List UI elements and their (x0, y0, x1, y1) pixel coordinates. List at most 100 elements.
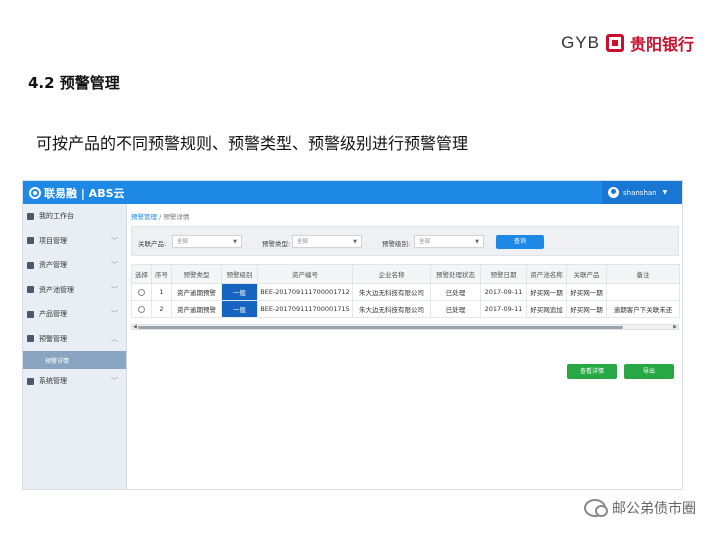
home-icon (27, 212, 34, 220)
logo-icon (29, 187, 41, 199)
table-cell: 逾期客户下关联未还 (606, 300, 680, 318)
breadcrumb-link[interactable]: 预警管理 (131, 213, 157, 221)
column-header[interactable]: 预警处理状态 (430, 264, 481, 284)
type-filter-label: 预警类型: (262, 240, 291, 248)
app-logo-text: 联易融 | ABS云 (44, 187, 125, 200)
radio-button[interactable] (138, 288, 145, 296)
warning-table: 选择 序号 预警类型 预警级别 资产编号 企业名称 预警处理状态 预警日期 资产… (131, 264, 680, 318)
scroll-left-icon[interactable]: ◀ (133, 324, 137, 330)
column-header[interactable]: 序号 (151, 264, 172, 284)
column-header[interactable]: 预警日期 (480, 264, 527, 284)
column-header[interactable]: 预警类型 (171, 264, 222, 284)
sidebar-item-workbench[interactable]: 我的工作台 (23, 204, 126, 229)
table-cell: 好买网一期 (526, 283, 567, 301)
bank-logo-icon (605, 34, 624, 52)
breadcrumb-separator: / (159, 213, 162, 221)
row-select-cell[interactable] (131, 283, 152, 301)
chevron-down-icon: ▼ (353, 239, 357, 245)
table-header-row: 选择 序号 预警类型 预警级别 资产编号 企业名称 预警处理状态 预警日期 资产… (131, 264, 680, 284)
user-menu[interactable]: shanshan ▼ (602, 181, 682, 204)
level-filter-label: 预警级别: (382, 240, 411, 248)
export-button[interactable]: 导出 (624, 364, 674, 379)
table-cell: 朱大边无科技有限公司 (352, 283, 431, 301)
wechat-icon (584, 499, 608, 517)
chevron-down-icon: ▼ (475, 239, 479, 245)
column-header[interactable]: 企业名称 (352, 264, 431, 284)
level-badge: 一般 (221, 300, 258, 318)
scrollbar-thumb[interactable] (138, 326, 623, 329)
sidebar-item-asset[interactable]: 资产管理 ﹀ (23, 253, 126, 278)
chevron-down-icon: ﹀ (111, 261, 118, 270)
table-cell: 好买网一期 (566, 283, 607, 301)
table-cell: 好买网一期 (566, 300, 607, 318)
section-title: 4.2 预警管理 (28, 74, 120, 92)
column-header[interactable]: 选择 (131, 264, 152, 284)
level-select-value: 全部 (419, 239, 431, 245)
row-select-cell[interactable] (131, 300, 152, 318)
search-button[interactable]: 查询 (496, 235, 544, 249)
sidebar-item-label: 产品管理 (39, 310, 67, 319)
table-cell: 资产逾期预警 (171, 300, 222, 318)
type-select-value: 全部 (297, 239, 309, 245)
username: shanshan (623, 188, 657, 197)
asset-icon (27, 261, 34, 269)
product-filter-label: 关联产品: (138, 240, 167, 248)
chevron-down-icon: ▼ (233, 239, 237, 245)
brand-text: GYB (561, 33, 600, 52)
sidebar-subitem-warning-detail[interactable]: 预警详情 (23, 351, 126, 369)
sidebar-item-warning[interactable]: 预警管理 ︿ (23, 327, 126, 352)
table-cell (606, 283, 680, 301)
table-row[interactable]: 2 资产逾期预警 一般 BEE-201709111700001715 朱大边无科… (131, 300, 680, 318)
app-window: 联易融 | ABS云 shanshan ▼ 我的工作台 项目管理 ﹀ 资产管理 … (22, 180, 683, 490)
top-bar: 联易融 | ABS云 shanshan ▼ (23, 181, 682, 204)
column-header[interactable]: 备注 (606, 264, 680, 284)
scroll-right-icon[interactable]: ▶ (673, 324, 677, 330)
gear-icon (27, 377, 34, 385)
view-detail-button[interactable]: 查看详情 (567, 364, 617, 379)
pool-icon (27, 286, 34, 294)
column-header[interactable]: 关联产品 (566, 264, 607, 284)
sidebar-item-label: 资产池管理 (39, 285, 74, 294)
table-row[interactable]: 1 资产逾期预警 一般 BEE-201709111700001712 朱大边无科… (131, 283, 680, 301)
filter-bar: 关联产品: 全部 ▼ 预警类型: 全部 ▼ 预警级别: 全部 ▼ 查询 (131, 226, 679, 256)
sidebar-item-label: 系统管理 (39, 377, 67, 386)
level-select[interactable]: 全部 ▼ (414, 235, 484, 248)
chevron-down-icon: ﹀ (111, 285, 118, 294)
sidebar-item-label: 资产管理 (39, 261, 67, 270)
column-header[interactable]: 资产编号 (257, 264, 353, 284)
radio-button[interactable] (138, 305, 145, 313)
sidebar: 我的工作台 项目管理 ﹀ 资产管理 ﹀ 资产池管理 ﹀ 产品管理 ﹀ 预警管理 … (23, 204, 127, 489)
main-content: 预警管理 / 预警详情 关联产品: 全部 ▼ 预警类型: 全部 ▼ 预警级别: … (128, 204, 682, 489)
level-badge: 一般 (221, 283, 258, 301)
watermark-text: 邮公弟债市圈 (612, 501, 696, 517)
type-select[interactable]: 全部 ▼ (292, 235, 362, 248)
project-icon (27, 237, 34, 245)
table-cell: BEE-201709111700001715 (257, 300, 353, 318)
column-header[interactable]: 预警级别 (221, 264, 258, 284)
sidebar-item-product[interactable]: 产品管理 ﹀ (23, 302, 126, 327)
chevron-down-icon: ﹀ (111, 310, 118, 319)
product-select-value: 全部 (177, 239, 189, 245)
sidebar-item-label: 项目管理 (39, 236, 67, 245)
breadcrumb: 预警管理 / 预警详情 (131, 211, 189, 221)
table-cell: 已处理 (430, 283, 481, 301)
table-cell: 朱大边无科技有限公司 (352, 300, 431, 318)
slide-subtitle: 可按产品的不同预警规则、预警类型、预警级别进行预警管理 (36, 134, 469, 153)
sidebar-item-system[interactable]: 系统管理 ﹀ (23, 369, 126, 394)
table-cell: 资产逾期预警 (171, 283, 222, 301)
warning-icon (27, 335, 34, 343)
chevron-down-icon: ﹀ (111, 236, 118, 245)
table-cell: 好买网追加 (526, 300, 567, 318)
bank-brand: GYB 贵阳银行 (561, 31, 694, 55)
sidebar-item-label: 我的工作台 (39, 212, 74, 221)
avatar-icon (608, 187, 619, 198)
caret-down-icon: ▼ (662, 189, 668, 196)
product-select[interactable]: 全部 ▼ (172, 235, 242, 248)
column-header[interactable]: 资产池名称 (526, 264, 567, 284)
sidebar-item-asset-pool[interactable]: 资产池管理 ﹀ (23, 278, 126, 303)
table-cell: 1 (151, 283, 172, 301)
sidebar-item-project[interactable]: 项目管理 ﹀ (23, 229, 126, 254)
watermark: 邮公弟债市圈 (584, 498, 696, 518)
horizontal-scrollbar[interactable]: ◀ ▶ (131, 324, 679, 330)
app-logo[interactable]: 联易融 | ABS云 (29, 185, 125, 201)
